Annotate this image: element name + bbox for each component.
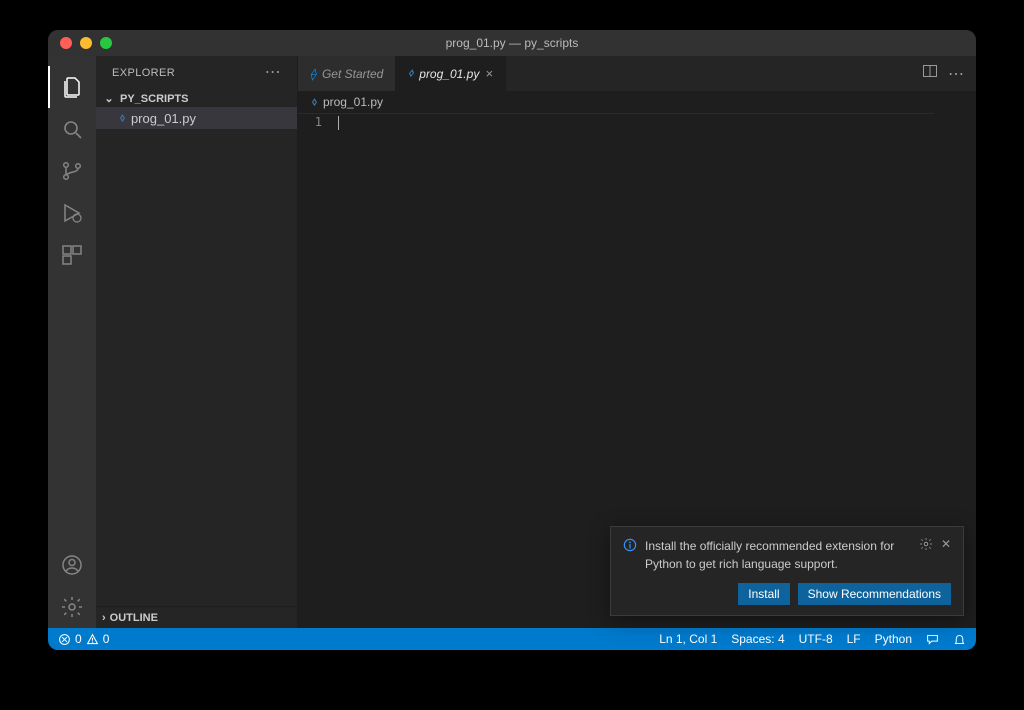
workbench-body: EXPLORER ⋯ ⌄ PY_SCRIPTS ⬨ prog_01.py › O… <box>48 56 976 628</box>
bell-icon <box>953 633 966 646</box>
line-number: 1 <box>298 115 322 129</box>
project-section[interactable]: ⌄ PY_SCRIPTS <box>96 90 297 107</box>
status-errors[interactable]: 0 0 <box>58 632 109 646</box>
python-file-icon: ⬨ <box>312 96 317 109</box>
extensions-icon <box>60 243 84 267</box>
editor-more-button[interactable]: ⋯ <box>948 64 964 84</box>
feedback-icon <box>926 633 939 646</box>
settings-activity[interactable] <box>48 586 96 628</box>
status-language[interactable]: Python <box>875 632 912 646</box>
branch-icon <box>60 159 84 183</box>
outline-section[interactable]: › OUTLINE <box>96 606 297 628</box>
chevron-down-icon: ⌄ <box>102 92 116 105</box>
status-encoding[interactable]: UTF-8 <box>799 632 833 646</box>
file-tree: ⬨ prog_01.py <box>96 107 297 606</box>
project-name: PY_SCRIPTS <box>120 93 188 105</box>
vscode-icon: ⟠ <box>310 67 316 81</box>
sidebar-header: EXPLORER ⋯ <box>96 56 297 90</box>
tab-prog01[interactable]: ⬨ prog_01.py × <box>396 56 506 91</box>
maximize-window-button[interactable] <box>100 37 112 49</box>
tab-get-started[interactable]: ⟠ Get Started <box>298 56 396 91</box>
status-indent[interactable]: Spaces: 4 <box>731 632 784 646</box>
tab-label: Get Started <box>322 67 383 81</box>
titlebar[interactable]: prog_01.py — py_scripts <box>48 30 976 56</box>
run-debug-activity[interactable] <box>48 192 96 234</box>
gear-icon <box>60 595 84 619</box>
account-icon <box>60 553 84 577</box>
status-bar: 0 0 Ln 1, Col 1 Spaces: 4 UTF-8 LF Pytho… <box>48 628 976 650</box>
close-tab-icon[interactable]: × <box>485 66 493 81</box>
show-recommendations-button[interactable]: Show Recommendations <box>798 583 951 605</box>
info-icon <box>623 538 637 555</box>
status-eol[interactable]: LF <box>847 632 861 646</box>
breadcrumb-file: prog_01.py <box>323 95 383 109</box>
tab-bar: ⟠ Get Started ⬨ prog_01.py × ⋯ <box>298 56 976 91</box>
activity-bar <box>48 56 96 628</box>
editor-region: ⟠ Get Started ⬨ prog_01.py × ⋯ ⬨ prog_01 <box>298 56 976 628</box>
breadcrumb[interactable]: ⬨ prog_01.py <box>298 91 976 113</box>
notification-toast: Install the officially recommended exten… <box>610 526 964 616</box>
accounts-activity[interactable] <box>48 544 96 586</box>
app-window: prog_01.py — py_scripts <box>48 30 976 650</box>
python-file-icon: ⬨ <box>120 112 125 125</box>
sidebar-title: EXPLORER <box>112 67 175 79</box>
search-icon <box>60 117 84 141</box>
file-name: prog_01.py <box>131 111 196 126</box>
files-icon <box>60 75 84 99</box>
sidebar-more-button[interactable]: ⋯ <box>265 65 281 81</box>
split-editor-button[interactable] <box>922 63 938 84</box>
extensions-activity[interactable] <box>48 234 96 276</box>
minimize-window-button[interactable] <box>80 37 92 49</box>
play-bug-icon <box>60 201 84 225</box>
status-notifications[interactable] <box>953 633 966 646</box>
notification-close-button[interactable]: ✕ <box>941 537 951 554</box>
notification-message: Install the officially recommended exten… <box>645 537 911 573</box>
chevron-right-icon: › <box>102 612 106 624</box>
python-file-icon: ⬨ <box>408 67 413 80</box>
warning-icon <box>86 633 99 646</box>
source-control-activity[interactable] <box>48 150 96 192</box>
editor-divider <box>298 113 934 114</box>
explorer-activity[interactable] <box>48 66 96 108</box>
file-item[interactable]: ⬨ prog_01.py <box>96 107 297 129</box>
error-icon <box>58 633 71 646</box>
close-window-button[interactable] <box>60 37 72 49</box>
install-button[interactable]: Install <box>738 583 789 605</box>
status-feedback[interactable] <box>926 633 939 646</box>
status-cursor[interactable]: Ln 1, Col 1 <box>659 632 717 646</box>
line-gutter: 1 <box>298 115 336 628</box>
outline-label: OUTLINE <box>110 612 158 624</box>
error-count: 0 <box>75 632 82 646</box>
window-title: prog_01.py — py_scripts <box>48 36 976 50</box>
text-cursor <box>338 116 339 130</box>
warning-count: 0 <box>103 632 110 646</box>
tab-actions: ⋯ <box>922 56 976 91</box>
sidebar: EXPLORER ⋯ ⌄ PY_SCRIPTS ⬨ prog_01.py › O… <box>96 56 298 628</box>
tab-label: prog_01.py <box>419 67 479 81</box>
search-activity[interactable] <box>48 108 96 150</box>
window-controls <box>60 37 112 49</box>
notification-settings-button[interactable] <box>919 537 933 554</box>
